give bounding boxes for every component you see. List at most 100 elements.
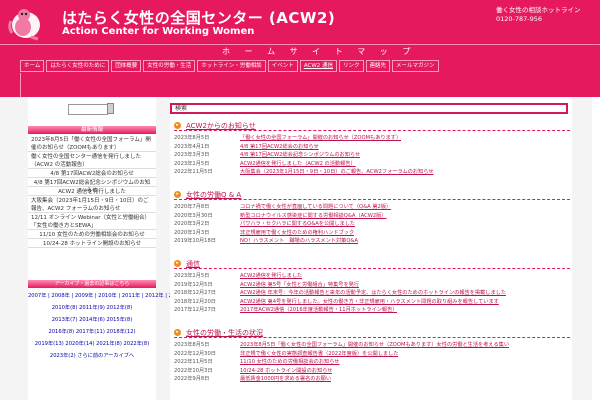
news-row: 2018年12月27日 ACW2通信 年末号：今年の活動報告と来年の活動予定、はた… bbox=[174, 289, 570, 298]
section-title[interactable]: 女性の労働Q & A bbox=[186, 190, 241, 200]
section-arrow-icon: ▸ bbox=[174, 260, 181, 267]
nav-item[interactable]: ホットライン・労働相談 bbox=[197, 60, 266, 72]
site-title: はたらく女性の全国センター (ACW2) bbox=[62, 9, 336, 27]
news-row: 2020年7月8日 コロナ禍で働く女性が直面している問題について（Q&A 第2版） bbox=[174, 203, 570, 212]
news-date: 2019年12月5日 bbox=[174, 281, 213, 288]
sidebar-news-item[interactable]: 10/24-28 ホットライン開設のお知らせ bbox=[28, 239, 156, 248]
sidebar-news-item[interactable]: 2023年8月5日「働く女性の全国フォーラム」開催のお知らせ（ZOOMもあります… bbox=[28, 135, 156, 152]
sidebar-box-title: 最新情報 bbox=[28, 126, 156, 134]
nav-subbar bbox=[20, 73, 580, 97]
news-row: 2020年3月2日 パワハラ・セクハラに関するQ&Aを公開しました bbox=[174, 220, 570, 229]
archive-link-row[interactable]: 2007年 | 2008年 | 2009年 | 2010年 | 2011年 | … bbox=[28, 290, 194, 302]
sidebar-news-item[interactable]: 大阪集会（2023年1月15日・9日・10日）のご報告、ACW2 フォーラムのお… bbox=[28, 196, 156, 213]
nav-item[interactable]: はたらく女性のために bbox=[46, 60, 110, 72]
news-date: 2019年10月18日 bbox=[174, 238, 216, 244]
news-link[interactable]: NO！ハラスメント 職場のハラスメント対策Q&A bbox=[240, 237, 358, 246]
sidebar-archive: 2007年 | 2008年 | 2009年 | 2010年 | 2011年 | … bbox=[28, 290, 194, 362]
archive-link-row[interactable]: 2019年(13) 2020年(14) 2021年(8) 2022年(8) bbox=[28, 338, 156, 350]
news-date: 2018年12月27日 bbox=[174, 290, 216, 296]
sidebar-news-item[interactable]: ACW2 通信を発行しました bbox=[28, 187, 156, 196]
sidebar-news-item[interactable]: 働く女性の全国センター通信を発行しました（ACW2 の活動報告） bbox=[28, 152, 156, 169]
nav-item[interactable]: リンク bbox=[339, 60, 364, 72]
news-row: 2020年3月30日 新型コロナウイルス感染症に関する労働相談Q&A（ACW2版） bbox=[174, 212, 570, 221]
news-row: 2018年12月20日 ACW2通信 第4号を発行しました。女性の働き方・非正規雇… bbox=[174, 298, 570, 307]
news-section: ▸ ACW2からのお知らせ 2023年8月5日 「働く女性の全国フォーラム」開催のお知… bbox=[174, 121, 570, 177]
section-arrow-icon: ▸ bbox=[174, 329, 181, 336]
nav-item[interactable]: イベント bbox=[267, 60, 298, 72]
sidebar-news-list: 2023年8月5日「働く女性の全国フォーラム」開催のお知らせ（ZOOMもあります… bbox=[28, 135, 156, 248]
archive-link-row[interactable]: 2016年(8) 2017年(11) 2018年(12) bbox=[28, 326, 156, 338]
news-link[interactable]: 2023年8月5日「働く女性の全国フォーラム」開催のお知らせ（ZOOMもあります… bbox=[240, 341, 509, 350]
site-header: ACW2 はたらく女性の全国センター (ACW2) Action Center … bbox=[0, 0, 600, 44]
logo-icon[interactable]: ACW2 bbox=[6, 3, 54, 41]
news-row: 2023年1月5日 ACW2通信を発行しました（ACW2 の活動報告） bbox=[174, 160, 570, 169]
news-link[interactable]: 非正規雇用で働く女性のための権利ハンドブック bbox=[240, 229, 354, 238]
news-link[interactable]: ACW2通信 年末号：今年の活動報告と来年の活動予定、はたらく女性のためのホット… bbox=[240, 289, 506, 298]
news-link[interactable]: ACW2通信を発行しました bbox=[240, 272, 302, 281]
section-header: ▸ 女性の労働Q & A bbox=[174, 190, 570, 200]
news-row: 2022年9月8日 最低賃金1000円を求める署名のお願い bbox=[174, 375, 570, 384]
section-title[interactable]: 通信 bbox=[186, 259, 200, 269]
sidebar-news-item[interactable]: 4/8 第17回ACW2総会記念シンポジウムのお知らせ bbox=[28, 178, 156, 194]
sidebar-news-item[interactable]: 11/10 女性のための労働相談会のお知らせ bbox=[28, 230, 156, 239]
right-margin bbox=[592, 97, 600, 400]
news-row: 2022年11月5日 大阪集会（2023年1月15日・9日・10日）のご報告、AC… bbox=[174, 168, 570, 177]
news-link[interactable]: 最低賃金1000円を求める署名のお願い bbox=[240, 375, 331, 384]
logo-text: ACW2 bbox=[32, 7, 54, 15]
content-search-bar[interactable]: 検索 bbox=[170, 103, 568, 114]
news-date: 2022年11月5日 bbox=[174, 169, 213, 175]
section-header: ▸ 通信 bbox=[174, 259, 570, 269]
nav-item[interactable]: 女性の労働・生活 bbox=[143, 60, 196, 72]
news-row: 2019年10月18日 NO！ハラスメント 職場のハラスメント対策Q&A bbox=[174, 237, 570, 246]
news-link[interactable]: 新型コロナウイルス感染症に関する労働相談Q&A（ACW2版） bbox=[240, 212, 387, 221]
section-title[interactable]: 女性の労働・生活の状況 bbox=[186, 328, 263, 338]
sidebar-search-input[interactable] bbox=[68, 104, 108, 115]
news-link[interactable]: 4/8 第17回ACW2総会のお知らせ bbox=[240, 143, 319, 152]
main-nav: ホーム はたらく女性のために 団体概要 女性の労働・生活 ホットライン・労働相談 イベント… bbox=[20, 60, 441, 72]
news-row: 2019年12月5日 ACW2通信 第5号「女性と労働組合」特集号を発行 bbox=[174, 281, 570, 290]
news-link[interactable]: 10/24-28 ホットライン開設のお知らせ bbox=[240, 367, 332, 376]
news-row: 2022年10月3日 10/24-28 ホットライン開設のお知らせ bbox=[174, 367, 570, 376]
news-link[interactable]: 「働く女性の全国フォーラム」開催のお知らせ（ZOOMもあります） bbox=[240, 134, 401, 143]
sidebar-news-item[interactable]: 4/8 第17回ACW2総会のお知らせ bbox=[28, 169, 156, 178]
news-link[interactable]: パワハラ・セクハラに関するQ&Aを公開しました bbox=[240, 220, 355, 229]
section-header: ▸ 女性の労働・生活の状況 bbox=[174, 328, 570, 338]
news-link[interactable]: 4/8 第17回ACW2総会記念シンポジウムのお知らせ bbox=[240, 151, 360, 160]
news-link[interactable]: ACW2通信 第4号を発行しました。女性の働き方・非正規雇用・ハラスメント問題の… bbox=[240, 298, 499, 307]
news-date: 2023年4月1日 bbox=[174, 143, 210, 150]
news-link[interactable]: コロナ禍で働く女性が直面している問題について（Q&A 第2版） bbox=[240, 203, 391, 212]
news-link[interactable]: ACW2通信 第5号「女性と労働組合」特集号を発行 bbox=[240, 281, 359, 290]
news-link[interactable]: 11/10 女性のための労働相談会のお知らせ bbox=[240, 358, 340, 367]
nav-item[interactable]: 団体概要 bbox=[111, 60, 142, 72]
news-link[interactable]: 2017年ACW2通信（2016年度活動報告・11月ホットライン報告） bbox=[240, 306, 397, 315]
utility-links[interactable]: ホ ー ム サ イ ト マ ッ プ bbox=[222, 46, 416, 57]
news-date: 2020年1月3日 bbox=[174, 229, 210, 236]
sidebar-news-item[interactable]: 12/11 オンライン Webinar（女性と労働組合）「女性の働き方とSEWA… bbox=[28, 213, 156, 230]
news-date: 2023年8月5日 bbox=[174, 135, 210, 141]
utility-strip: ホ ー ム サ イ ト マ ッ プ bbox=[0, 44, 600, 57]
news-date: 2023年3月3日 bbox=[174, 152, 210, 158]
news-row: 2023年8月5日 2023年8月5日「働く女性の全国フォーラム」開催のお知らせ（… bbox=[174, 341, 570, 350]
news-link[interactable]: ACW2通信を発行しました（ACW2 の活動報告） bbox=[240, 160, 356, 169]
news-date: 2023年8月5日 bbox=[174, 342, 210, 348]
archive-link-row[interactable]: 2023年(2) さらに前のアーカイブへ bbox=[28, 350, 156, 362]
section-title[interactable]: ACW2からのお知らせ bbox=[186, 121, 256, 131]
archive-link-row[interactable]: 2010年(8) 2011年(9) 2012年(8) bbox=[28, 302, 156, 314]
news-section: ▸ 女性の労働・生活の状況 2023年8月5日 2023年8月5日「働く女性の全国フォ… bbox=[174, 328, 570, 384]
news-date: 2023年1月5日 bbox=[174, 273, 210, 279]
nav-item[interactable]: ACW2 通信 bbox=[299, 60, 338, 72]
news-row: 2023年3月3日 4/8 第17回ACW2総会記念シンポジウムのお知らせ bbox=[174, 151, 570, 160]
nav-item[interactable]: メールマガジン bbox=[392, 60, 439, 72]
nav-item[interactable]: ホーム bbox=[20, 60, 45, 72]
news-date: 2020年7月8日 bbox=[174, 204, 210, 210]
section-arrow-icon: ▸ bbox=[174, 122, 181, 129]
news-row: 2022年12月30日 非正規で働く女性の実態調査報告書（2022年度版）を公開し… bbox=[174, 350, 570, 359]
nav-item[interactable]: 連絡先 bbox=[365, 60, 391, 72]
site-subtitle: Action Center for Working Women bbox=[62, 26, 255, 37]
news-link[interactable]: 大阪集会（2023年1月15日・9日・10日）のご報告、ACW2フォーラムのお知… bbox=[240, 168, 434, 177]
archive-link-row[interactable]: 2013年(7) 2014年(6) 2015年(8) bbox=[28, 314, 156, 326]
news-row: 2022年11月5日 11/10 女性のための労働相談会のお知らせ bbox=[174, 358, 570, 367]
news-link[interactable]: 非正規で働く女性の実態調査報告書（2022年度版）を公開しました bbox=[240, 350, 398, 359]
news-date: 2020年3月2日 bbox=[174, 221, 210, 227]
sidebar-search-button[interactable] bbox=[107, 103, 114, 114]
